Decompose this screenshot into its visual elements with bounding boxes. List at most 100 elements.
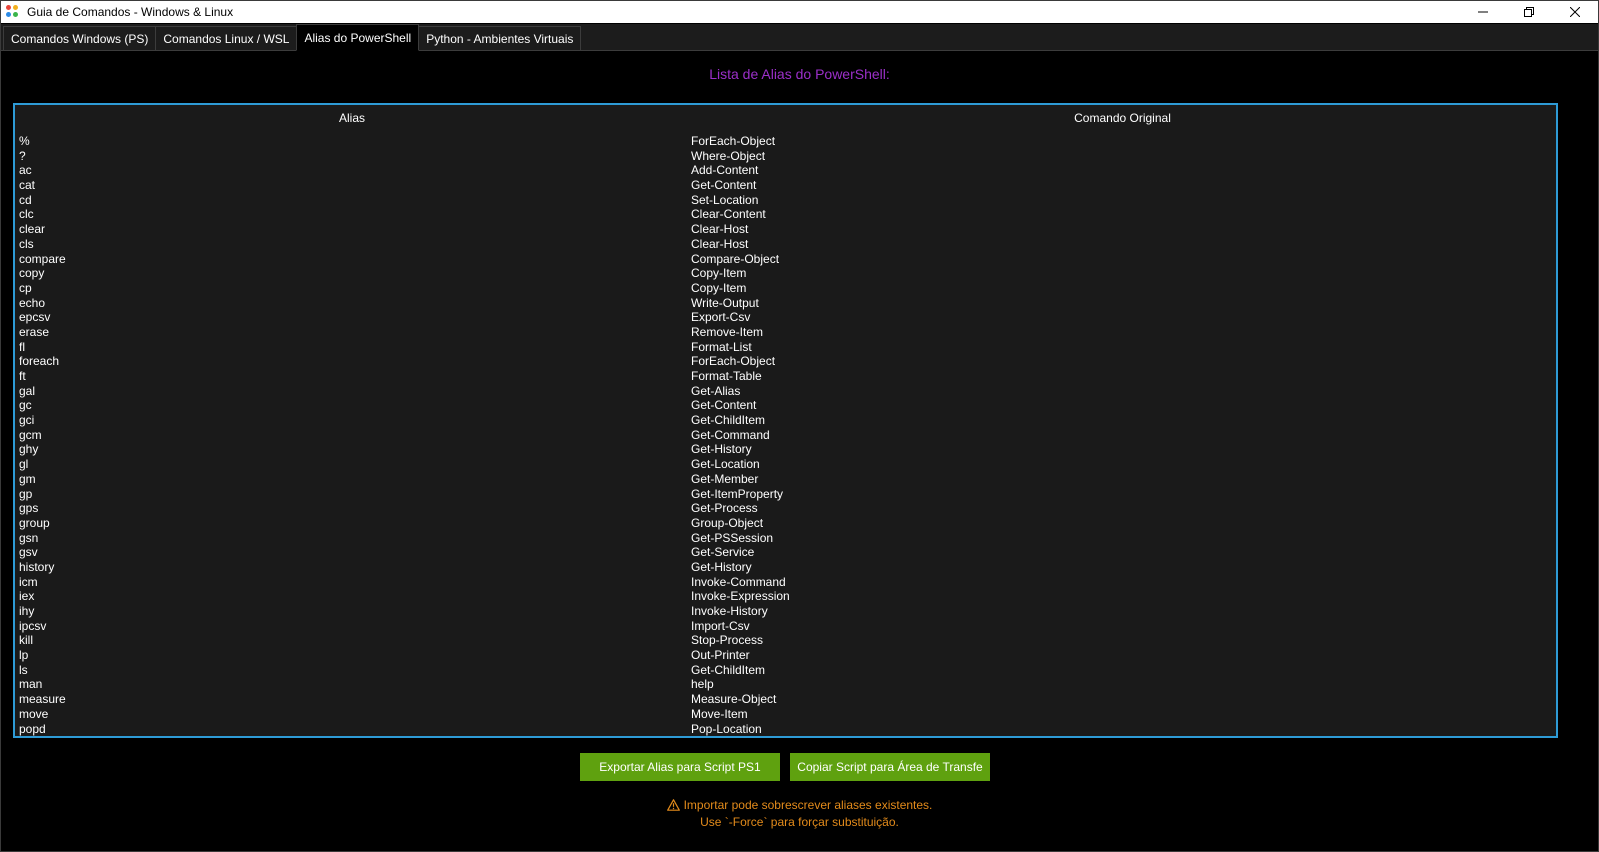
alias-cell: compare	[19, 251, 66, 266]
table-row[interactable]: gm Get-Member	[15, 472, 1556, 487]
table-row[interactable]: man help	[15, 677, 1556, 692]
warning-icon	[666, 799, 680, 815]
table-row[interactable]: gps Get-Process	[15, 501, 1556, 516]
table-row[interactable]: cd Set-Location	[15, 193, 1556, 208]
alias-cell: lp	[19, 648, 29, 663]
table-row[interactable]: ghy Get-History	[15, 442, 1556, 457]
alias-cell: clear	[19, 222, 46, 237]
command-cell: Get-Content	[691, 178, 757, 193]
table-row[interactable]: copy Copy-Item	[15, 266, 1556, 281]
command-cell: Remove-Item	[691, 324, 764, 339]
column-header-alias[interactable]: Alias	[15, 111, 689, 125]
table-row[interactable]: gl Get-Location	[15, 457, 1556, 472]
table-row[interactable]: gal Get-Alias	[15, 384, 1556, 399]
tab-comandos-linux[interactable]: Comandos Linux / WSL	[155, 26, 298, 50]
command-cell: Where-Object	[691, 148, 766, 163]
alias-cell: gl	[19, 457, 29, 472]
restore-button[interactable]	[1506, 1, 1552, 23]
tab-python-ambientes[interactable]: Python - Ambientes Virtuais	[418, 26, 582, 50]
table-row[interactable]: ac Add-Content	[15, 163, 1556, 178]
alias-cell: gsv	[19, 545, 38, 560]
warning-line-1: Importar pode sobrescrever aliases exist…	[1, 798, 1598, 815]
window-title: Guia de Comandos - Windows & Linux	[27, 5, 234, 19]
command-cell: Add-Content	[691, 163, 759, 178]
copy-script-button[interactable]: Copiar Script para Área de Transfe	[790, 753, 990, 781]
command-cell: Get-Alias	[691, 383, 741, 398]
command-cell: Copy-Item	[691, 280, 747, 295]
tab-alias-powershell[interactable]: Alias do PowerShell	[296, 24, 420, 51]
table-row[interactable]: clear Clear-Host	[15, 222, 1556, 237]
command-cell: Get-Content	[691, 398, 757, 413]
alias-cell: cat	[19, 178, 36, 193]
alias-cell: ipcsv	[19, 618, 47, 633]
command-cell: Pop-Location	[691, 721, 762, 736]
export-alias-button[interactable]: Exportar Alias para Script PS1	[580, 753, 780, 781]
table-row[interactable]: compare Compare-Object	[15, 252, 1556, 267]
tab-comandos-windows[interactable]: Comandos Windows (PS)	[3, 26, 157, 50]
alias-cell: gsn	[19, 530, 39, 545]
title-bar: Guia de Comandos - Windows & Linux	[1, 1, 1598, 23]
table-row[interactable]: kill Stop-Process	[15, 633, 1556, 648]
table-row[interactable]: iex Invoke-Expression	[15, 589, 1556, 604]
alias-cell: gp	[19, 486, 33, 501]
table-row[interactable]: gci Get-ChildItem	[15, 413, 1556, 428]
table-row[interactable]: gc Get-Content	[15, 398, 1556, 413]
command-cell: Clear-Content	[691, 207, 766, 222]
command-cell: Import-Csv	[691, 618, 750, 633]
table-row[interactable]: gsn Get-PSSession	[15, 531, 1556, 546]
table-row[interactable]: lp Out-Printer	[15, 648, 1556, 663]
alias-cell: copy	[19, 266, 45, 281]
command-cell: Format-List	[691, 339, 752, 354]
alias-cell: cp	[19, 280, 32, 295]
alias-cell: foreach	[19, 354, 60, 369]
command-cell: Invoke-Command	[691, 574, 786, 589]
table-body: % ForEach-Object? Where-Object ac Add-Conten…	[15, 134, 1556, 736]
alias-cell: cd	[19, 192, 32, 207]
tab-bar: Comandos Windows (PS) Comandos Linux / W…	[1, 24, 1598, 51]
table-row[interactable]: ft Format-Table	[15, 369, 1556, 384]
command-cell: Compare-Object	[691, 251, 780, 266]
table-row[interactable]: erase Remove-Item	[15, 325, 1556, 340]
table-row[interactable]: gcm Get-Command	[15, 428, 1556, 443]
table-row[interactable]: cat Get-Content	[15, 178, 1556, 193]
table-row[interactable]: measure Measure-Object	[15, 692, 1556, 707]
command-cell: Get-Member	[691, 471, 759, 486]
alias-cell: gm	[19, 471, 36, 486]
command-cell: Measure-Object	[691, 692, 777, 707]
table-row[interactable]: popd Pop-Location	[15, 722, 1556, 737]
close-button[interactable]	[1552, 1, 1598, 23]
alias-cell: gps	[19, 501, 39, 516]
table-row[interactable]: move Move-Item	[15, 707, 1556, 722]
table-row[interactable]: ? Where-Object	[15, 149, 1556, 164]
command-cell: Get-ChildItem	[691, 413, 766, 428]
table-row[interactable]: history Get-History	[15, 560, 1556, 575]
warning-text-2: Use `-Force` para forçar substituição.	[700, 815, 899, 829]
table-row[interactable]: cp Copy-Item	[15, 281, 1556, 296]
alias-table[interactable]: Alias Comando Original % ForEach-Object? W…	[13, 103, 1558, 738]
table-row[interactable]: icm Invoke-Command	[15, 575, 1556, 590]
table-row[interactable]: gsv Get-Service	[15, 545, 1556, 560]
table-row[interactable]: % ForEach-Object	[15, 134, 1556, 149]
table-row[interactable]: echo Write-Output	[15, 296, 1556, 311]
column-header-comando[interactable]: Comando Original	[689, 111, 1556, 125]
table-row[interactable]: foreach ForEach-Object	[15, 354, 1556, 369]
command-cell: ForEach-Object	[691, 354, 776, 369]
minimize-button[interactable]	[1460, 1, 1506, 23]
command-cell: Invoke-History	[691, 604, 768, 618]
table-row[interactable]: epcsv Export-Csv	[15, 310, 1556, 325]
window-controls	[1460, 1, 1598, 23]
restore-icon	[1524, 7, 1534, 17]
alias-cell: gcm	[19, 427, 42, 442]
table-row[interactable]: ls Get-ChildItem	[15, 663, 1556, 678]
table-row[interactable]: ihy Invoke-History	[15, 604, 1556, 619]
table-row[interactable]: ipcsv Import-Csv	[15, 619, 1556, 634]
table-row[interactable]: clc Clear-Content	[15, 207, 1556, 222]
command-cell: Export-Csv	[691, 310, 751, 325]
table-row[interactable]: gp Get-ItemProperty	[15, 487, 1556, 502]
table-row[interactable]: cls Clear-Host	[15, 237, 1556, 252]
close-icon	[1570, 7, 1580, 17]
table-row[interactable]: fl Format-List	[15, 340, 1556, 355]
alias-cell: ls	[19, 662, 28, 677]
command-cell: Set-Location	[691, 192, 759, 207]
table-row[interactable]: group Group-Object	[15, 516, 1556, 531]
